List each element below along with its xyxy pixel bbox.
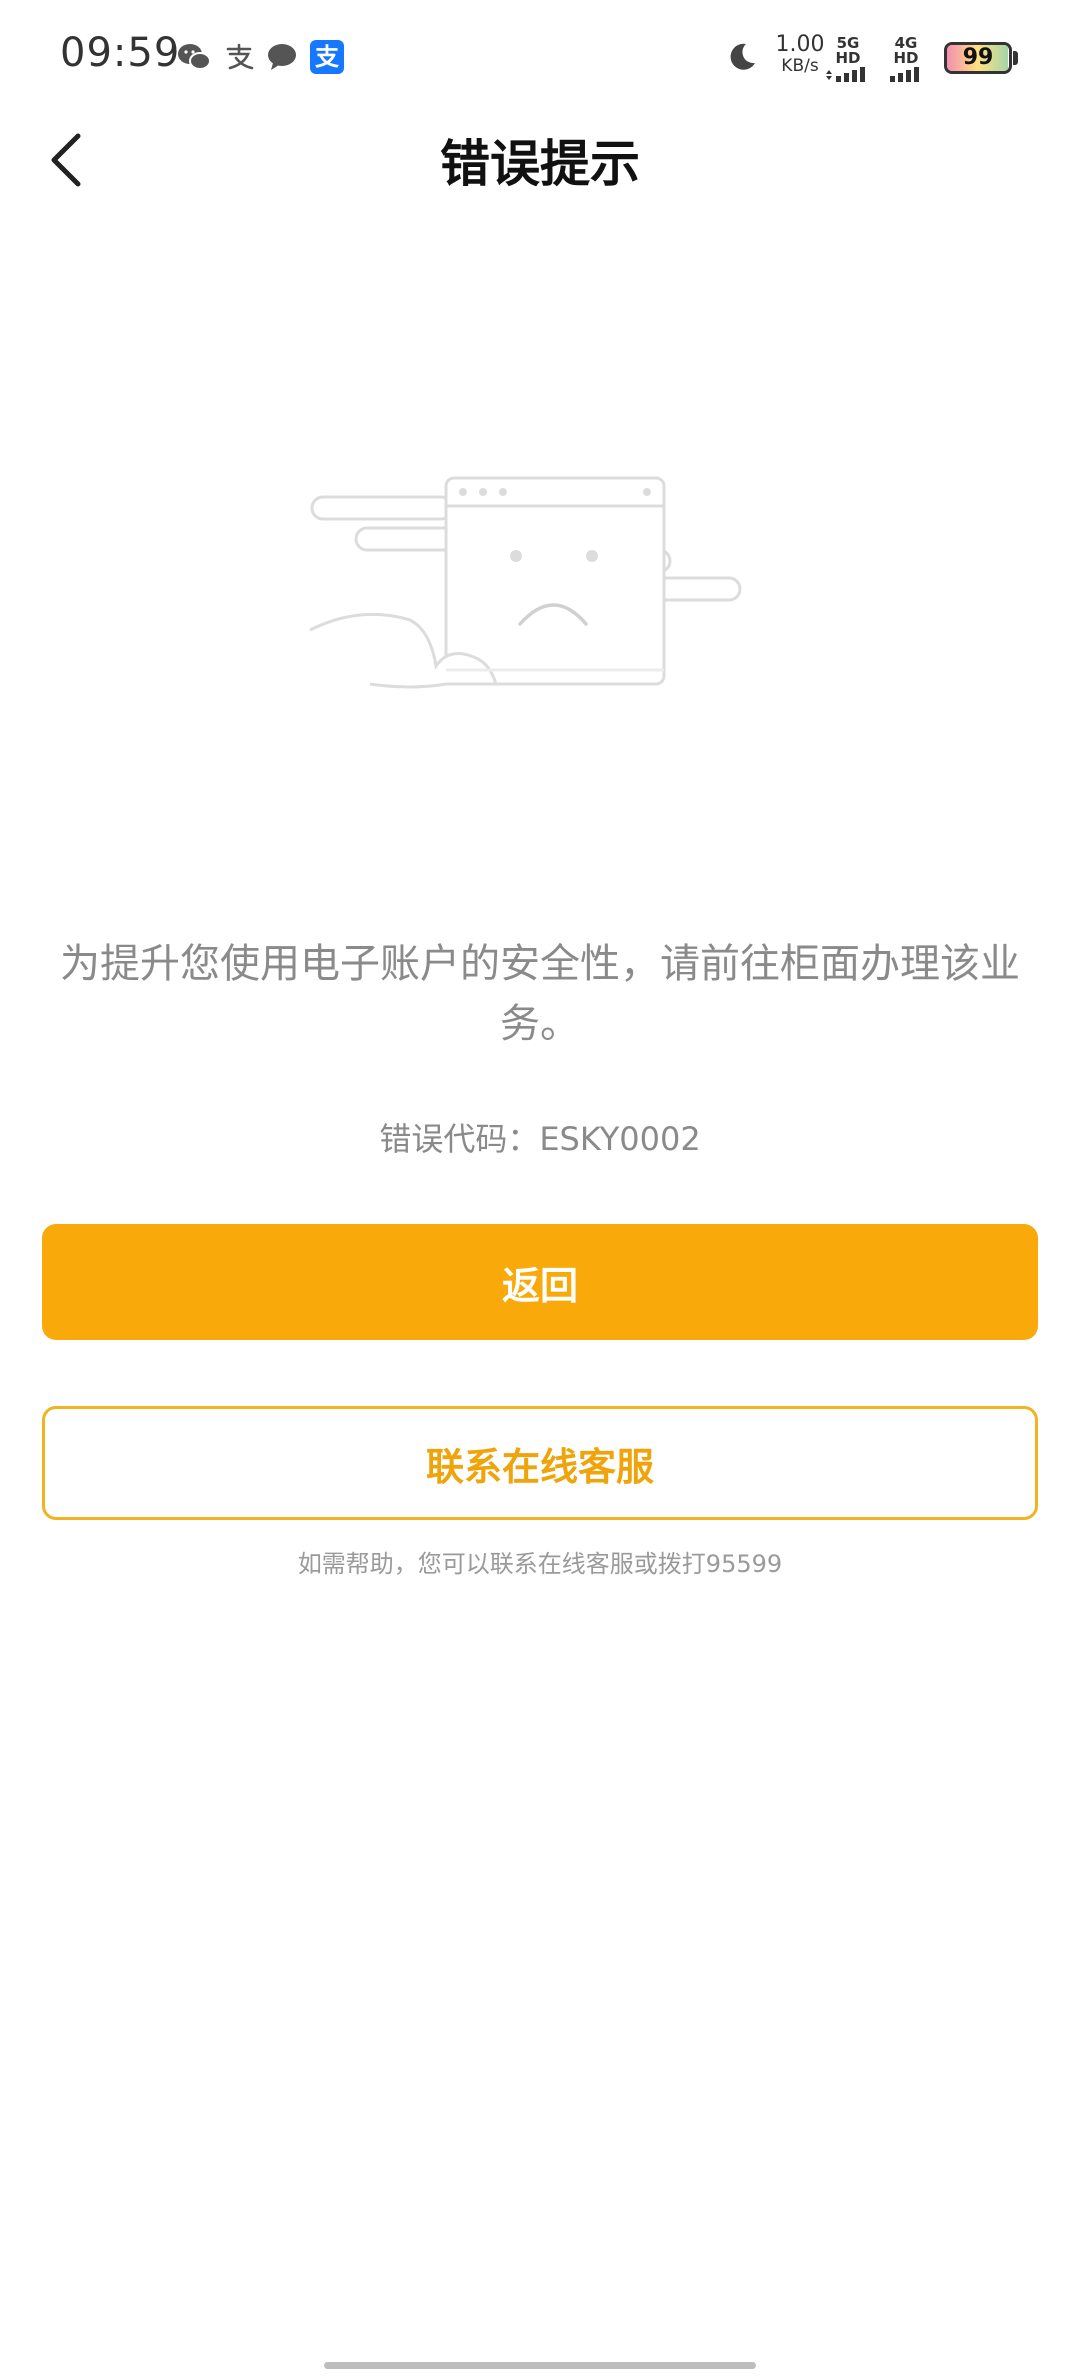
page-title: 错误提示 [440, 135, 640, 193]
net-speed-value: 1.00 [775, 32, 825, 57]
sad-browser-icon [309, 476, 742, 689]
home-indicator[interactable] [324, 2362, 756, 2369]
battery-icon: 99 [944, 42, 1012, 74]
error-code: 错误代码：ESKY0002 [379, 1120, 701, 1158]
message-icon [264, 40, 300, 74]
network-4g: 4G HD [880, 36, 932, 85]
network-4g-label: 4G HD [893, 34, 919, 67]
help-text: 如需帮助，您可以联系在线客服或拨打95599 [297, 1550, 783, 1578]
error-screen: 09:59 支 1.00 KB/s 5G HD 4G HD 99 错误提示 为提… [0, 0, 1080, 2376]
error-message: 为提升您使用电子账户的安全性，请前往柜面办理该业务。 [60, 941, 1020, 1047]
battery-tip [1013, 51, 1018, 65]
status-bar: 09:59 支 1.00 KB/s 5G HD 4G HD 99 [0, 0, 1080, 110]
wechat-icon [176, 40, 212, 74]
net-speed-unit: KB/s [781, 56, 819, 76]
battery-level: 99 [962, 45, 994, 70]
status-time: 09:59 [60, 30, 181, 76]
network-5g: 5G HD [822, 36, 874, 85]
signal-icon [826, 67, 865, 82]
network-5g-label: 5G HD [835, 34, 861, 67]
signal-icon [890, 67, 919, 82]
alipay-app-icon: 支 [310, 40, 344, 74]
error-illustration [300, 470, 770, 710]
return-button[interactable]: 返回 [42, 1224, 1038, 1340]
contact-support-button[interactable]: 联系在线客服 [42, 1406, 1038, 1520]
alipay-outline-icon [222, 40, 258, 74]
net-speed: 1.00 KB/s [770, 34, 830, 75]
moon-icon [724, 40, 760, 74]
